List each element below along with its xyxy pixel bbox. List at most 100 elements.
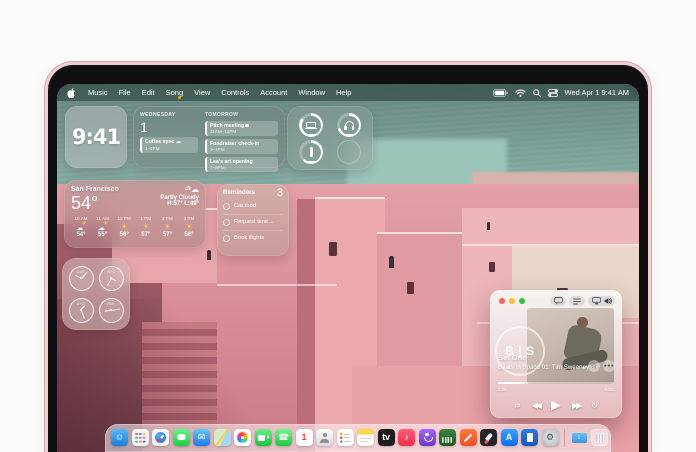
dock-icon-mail[interactable]: ✉ [193, 429, 210, 446]
control-center-icon[interactable] [548, 89, 558, 97]
next-track-button[interactable]: ▶▶ [572, 401, 580, 410]
hour-temp: 57° [157, 232, 177, 238]
dock-icon-contacts[interactable] [316, 429, 333, 446]
menu-bar-clock[interactable]: Wed Apr 1 9:41 AM [565, 88, 629, 97]
sun-icon: ☀ [164, 223, 171, 231]
apple-menu-icon[interactable] [67, 87, 76, 98]
dock-icon-drawing-app[interactable] [460, 429, 477, 446]
dock-icon-podcasts[interactable] [419, 429, 436, 446]
dock-icon-safari[interactable] [152, 429, 169, 446]
playback-progress-bar[interactable] [498, 382, 614, 384]
ipad-device: Music File Edit Song View Controls Accou… [45, 62, 651, 452]
hour-temp: 57° [136, 232, 156, 238]
sun-icon: ☀ [186, 223, 193, 231]
dock-icon-downloads-folder[interactable] [571, 429, 588, 446]
output-volume-pill[interactable] [588, 296, 615, 306]
sun-icon: ☀ [142, 223, 149, 231]
calendar-widget[interactable]: WEDNESDAY 1 Coffee sync ☁ 1–2PM TOMORROW… [133, 106, 285, 168]
menu-window[interactable]: Window [298, 88, 325, 97]
search-icon[interactable] [533, 89, 541, 97]
close-window-button[interactable] [499, 298, 505, 304]
minimize-window-button[interactable] [509, 298, 515, 304]
airplay-icon[interactable] [592, 297, 601, 305]
dock-icon-app-store[interactable]: A [501, 429, 518, 446]
lyrics-button[interactable] [550, 296, 566, 306]
reminders-widget[interactable]: Reminders 3 Cat food Request time… Book … [217, 184, 289, 256]
dock-divider [564, 429, 565, 447]
event-time: 11AM–12PM [210, 129, 275, 134]
previous-track-button[interactable]: ◀◀ [532, 401, 540, 410]
laptop-battery-ring [299, 113, 323, 137]
dock-icon-reminders[interactable] [337, 429, 354, 446]
clock-widget[interactable]: 9:41 [65, 106, 127, 168]
hour-label: 1 PM [136, 216, 156, 221]
dock-icon-phone[interactable]: ☎ [275, 429, 292, 446]
reminder-item[interactable]: Cat food [223, 199, 283, 215]
headphones-battery-ring [337, 113, 361, 137]
dock-icon-launchpad[interactable] [132, 429, 149, 446]
hour-label: 3 PM [179, 216, 199, 221]
headphones-icon [345, 121, 354, 128]
reminder-item[interactable]: Request time… [223, 215, 283, 231]
zoom-window-button[interactable] [519, 298, 525, 304]
battery-icon[interactable] [493, 89, 508, 97]
reminder-checkbox[interactable] [223, 235, 230, 242]
reminder-item[interactable]: Book flights [223, 231, 283, 246]
dock-icon-rocket-app[interactable] [480, 429, 497, 446]
dock-icon-calendar[interactable]: 1 [296, 429, 313, 446]
dock-icon-photos[interactable] [234, 429, 251, 446]
calendar-event[interactable]: Coffee sync ☁ 1–2PM [140, 137, 198, 153]
calendar-event[interactable]: Lea's art opening 7–9PM [205, 157, 278, 173]
batteries-widget[interactable] [287, 106, 373, 170]
hour-hand [75, 274, 81, 278]
shuffle-button[interactable]: ⇄ [514, 401, 521, 410]
dock-icon-maps[interactable] [214, 429, 231, 446]
dock-icon-settings[interactable]: ⚙ [542, 429, 559, 446]
dock-icon-trash[interactable] [591, 429, 608, 446]
menu-music[interactable]: Music [88, 88, 108, 97]
partly-cloudy-icon: ☀☁ [76, 222, 86, 231]
queue-button[interactable] [569, 296, 585, 306]
menu-controls[interactable]: Controls [221, 88, 249, 97]
dock-icon-finder[interactable]: ☺ [111, 429, 128, 446]
dock-icon-notes[interactable] [357, 429, 374, 446]
dock: ☺ ✉ ☎ 1 tv ♪ A ⚙ [105, 424, 611, 452]
dock-icon-tv[interactable]: tv [378, 429, 395, 446]
favorite-star-button[interactable]: ☆ [588, 360, 600, 372]
hour-hand [81, 305, 86, 310]
event-title: Pitch meeting [210, 123, 244, 129]
menu-edit[interactable]: Edit [142, 88, 155, 97]
reminder-checkbox[interactable] [223, 219, 230, 226]
dock-icon-document-app[interactable] [521, 429, 538, 446]
ledge [462, 244, 639, 246]
play-button[interactable]: ▶ [551, 397, 561, 413]
calendar-event[interactable]: Fundraiser check-in 3–4PM [205, 139, 278, 155]
hour-temp: 55° [93, 232, 113, 238]
menu-view[interactable]: View [194, 88, 210, 97]
dock-icon-synth-app[interactable] [439, 429, 456, 446]
event-title: Fundraiser check-in [210, 141, 275, 147]
weather-temperature: 54° [71, 194, 119, 212]
more-options-button[interactable]: ●●● [603, 360, 615, 372]
track-title: Beats In Space 01: Tim Sweeney [498, 364, 593, 371]
volume-icon[interactable] [604, 297, 612, 305]
weather-widget[interactable]: San Francisco 54° ⛅︎☁ Partly Cloudy H:57… [64, 180, 206, 248]
music-mini-player-window[interactable]: B | S Set One Beats In Space 01: Tim Swe… [490, 290, 622, 418]
menu-file[interactable]: File [119, 88, 131, 97]
dock-icon-music[interactable]: ♪ [398, 429, 415, 446]
window-slit [489, 262, 495, 272]
dock-icon-facetime[interactable] [255, 429, 272, 446]
world-clock-widget[interactable]: CUP NYC KYO PAR [62, 258, 130, 330]
reminder-checkbox[interactable] [223, 203, 230, 210]
repeat-button[interactable]: ↻ [591, 401, 598, 410]
dock-icon-messages[interactable] [173, 429, 190, 446]
wifi-icon[interactable] [515, 89, 526, 97]
calendar-event[interactable]: Pitch meeting 11AM–12PM [205, 121, 278, 137]
menu-help[interactable]: Help [336, 88, 351, 97]
hour-temp: 56° [179, 232, 199, 238]
menu-account[interactable]: Account [260, 88, 287, 97]
hour-label: 12 PM [114, 216, 134, 221]
person-figure [207, 250, 211, 260]
event-time: 7–9PM [210, 165, 275, 170]
reminder-text: Cat food [234, 203, 256, 209]
